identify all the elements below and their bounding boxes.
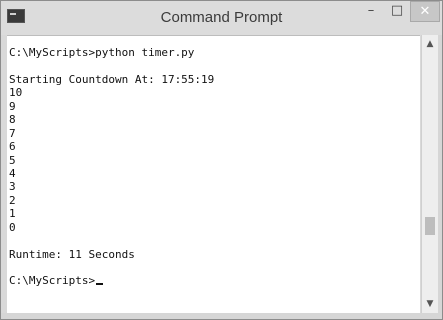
console-line: 10 (9, 86, 23, 100)
maximize-button[interactable]: □ (384, 1, 410, 22)
close-button[interactable]: ✕ (410, 1, 440, 22)
console-line: 9 (9, 99, 16, 113)
scrollbar-thumb[interactable] (425, 217, 435, 235)
command-prompt-window: Command Prompt – □ ✕ C:\MyScripts>python… (0, 0, 443, 320)
minimize-button[interactable]: – (358, 1, 384, 22)
console-output-area[interactable]: C:\MyScripts>python timer.py Starting Cou… (7, 35, 420, 314)
prompt-line[interactable]: C:\MyScripts> (9, 274, 420, 287)
console-line: 3 (9, 180, 16, 194)
console-line: 5 (9, 153, 16, 167)
console-line: 1 (9, 207, 16, 221)
scroll-down-icon[interactable]: ▼ (422, 297, 438, 311)
prompt-text: C:\MyScripts> (9, 274, 96, 288)
console-line: Runtime: 11 Seconds (9, 247, 135, 261)
console-line: 6 (9, 140, 16, 154)
vertical-scrollbar[interactable]: ▲ ▼ (421, 35, 438, 313)
console-line: 8 (9, 113, 16, 127)
console-line: C:\MyScripts>python timer.py (9, 46, 195, 59)
scroll-up-icon[interactable]: ▲ (422, 37, 438, 51)
console-line: 7 (9, 126, 16, 140)
console-line: 4 (9, 166, 16, 180)
console-line: Starting Countdown At: 17:55:19 (9, 72, 215, 86)
console-line: 2 (9, 193, 16, 207)
console-line: 0 (9, 220, 16, 234)
window-border (1, 313, 442, 319)
window-border (438, 35, 442, 319)
text-cursor (96, 283, 104, 286)
title-bar[interactable]: Command Prompt – □ ✕ (1, 1, 442, 35)
